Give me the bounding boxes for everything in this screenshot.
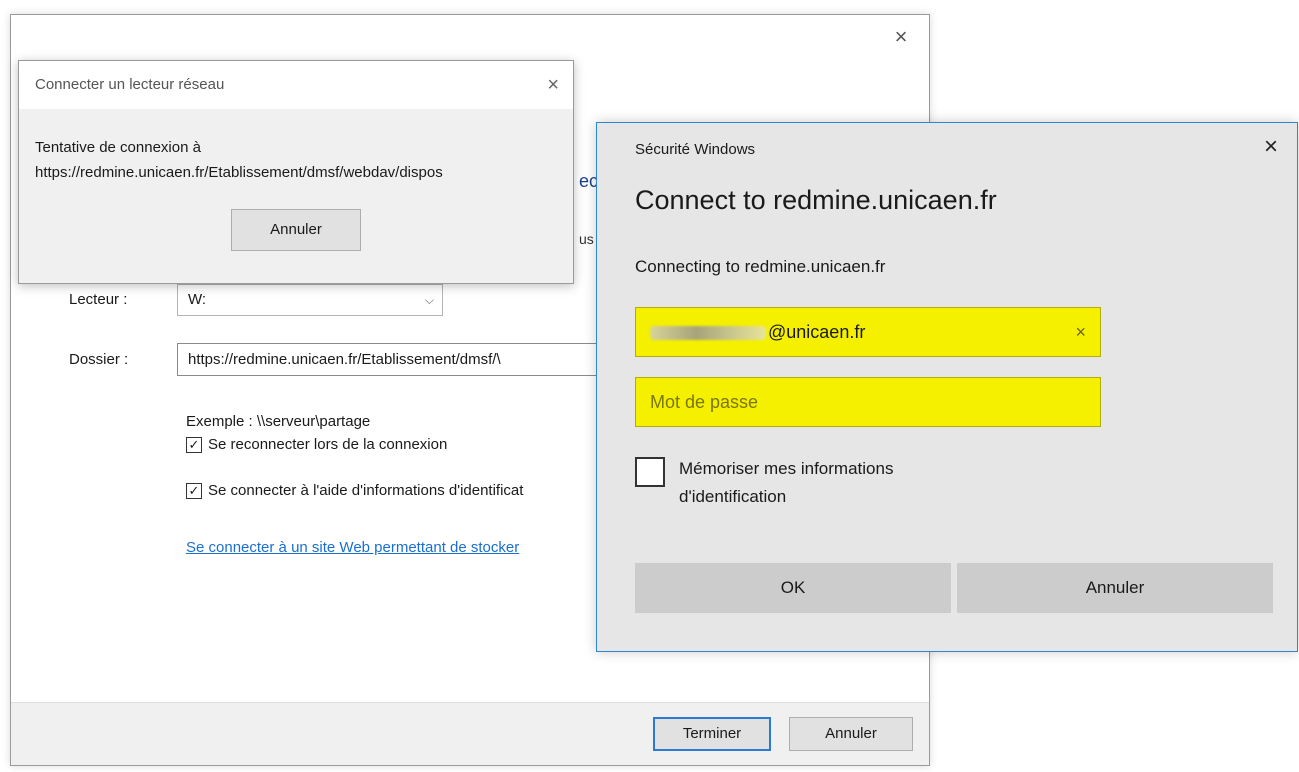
folder-example-text: Exemple : \\serveur\partage (186, 413, 371, 430)
windows-security-dialog: Sécurité Windows × Connect to redmine.un… (596, 122, 1298, 652)
connection-progress-dialog: Connecter un lecteur réseau × Tentative … (18, 60, 574, 284)
web-storage-link[interactable]: Se connecter à un site Web permettant de… (186, 539, 519, 556)
security-close-icon[interactable]: × (1257, 133, 1285, 161)
password-field[interactable]: Mot de passe (635, 377, 1101, 427)
reconnect-checkbox[interactable]: ✓ (186, 436, 202, 453)
credentials-label: Se connecter à l'aide d'informations d'i… (208, 482, 524, 499)
progress-title: Connecter un lecteur réseau (35, 76, 225, 93)
wizard-text-fragment: us (579, 231, 594, 247)
remember-credentials-row[interactable]: Mémoriser mes informations d'identificat… (635, 457, 999, 511)
progress-titlebar: Connecter un lecteur réseau × (19, 61, 573, 109)
wizard-footer: Terminer Annuler (11, 702, 929, 765)
progress-close-icon[interactable]: × (547, 61, 559, 109)
remember-checkbox[interactable] (635, 457, 665, 487)
reconnect-label: Se reconnecter lors de la connexion (208, 436, 448, 453)
security-window-title: Sécurité Windows (635, 141, 756, 158)
ok-button[interactable]: OK (635, 563, 951, 613)
progress-message-line1: Tentative de connexion à (35, 139, 201, 156)
username-suffix: @unicaen.fr (768, 322, 866, 342)
folder-label: Dossier : (69, 351, 129, 368)
security-heading: Connect to redmine.unicaen.fr (635, 185, 997, 215)
progress-message: Tentative de connexion à https://redmine… (35, 135, 555, 185)
folder-input[interactable]: https://redmine.unicaen.fr/Etablissement… (177, 343, 607, 376)
redacted-username (650, 326, 766, 341)
security-cancel-button[interactable]: Annuler (957, 563, 1273, 613)
security-subheading: Connecting to redmine.unicaen.fr (635, 257, 886, 276)
drive-select[interactable]: W: ⌵ (177, 284, 443, 316)
wizard-close-icon[interactable]: × (887, 23, 915, 51)
credentials-checkbox-row[interactable]: ✓ Se connecter à l'aide d'informations d… (186, 482, 523, 499)
drive-select-value: W: (188, 291, 207, 308)
reconnect-checkbox-row[interactable]: ✓ Se reconnecter lors de la connexion (186, 436, 447, 453)
progress-cancel-button[interactable]: Annuler (231, 209, 361, 251)
clear-icon[interactable]: × (1075, 308, 1086, 356)
remember-label: Mémoriser mes informations d'identificat… (679, 459, 894, 506)
progress-message-line2: https://redmine.unicaen.fr/Etablissement… (35, 164, 443, 181)
drive-label: Lecteur : (69, 291, 128, 308)
finish-button[interactable]: Terminer (653, 717, 771, 751)
username-field[interactable]: @unicaen.fr × (635, 307, 1101, 357)
chevron-down-icon: ⌵ (424, 293, 434, 307)
wizard-cancel-button[interactable]: Annuler (789, 717, 913, 751)
credentials-checkbox[interactable]: ✓ (186, 482, 202, 499)
